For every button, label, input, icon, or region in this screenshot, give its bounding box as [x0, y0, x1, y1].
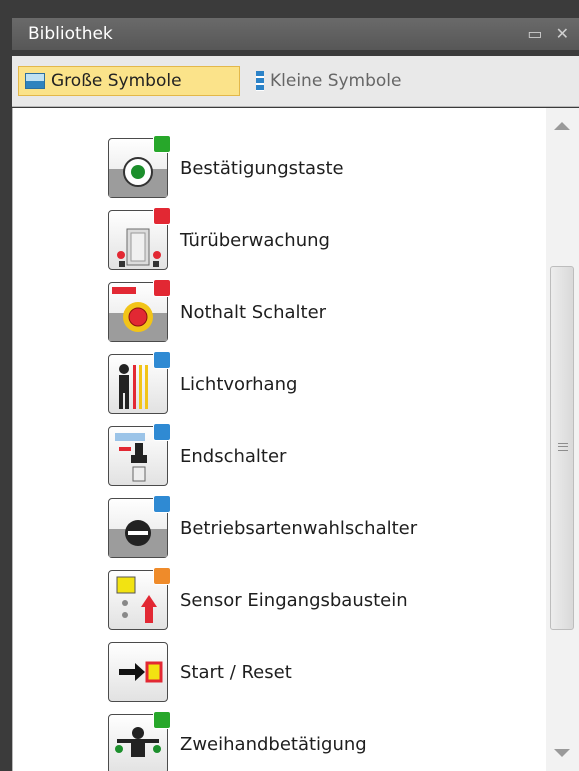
small-icons-button[interactable]: Kleine Symbole: [250, 66, 460, 96]
start-reset-icon: [108, 642, 168, 702]
panel-titlebar: Bibliothek ▭ ✕: [12, 18, 579, 50]
restore-icon[interactable]: ▭: [527, 24, 542, 43]
vertical-scrollbar[interactable]: [546, 108, 579, 771]
panel-title: Bibliothek: [28, 24, 113, 44]
mode-selector-icon: [108, 495, 171, 558]
close-icon[interactable]: ✕: [556, 24, 569, 43]
item-label: Bestätigungstaste: [180, 158, 344, 179]
large-icons-icon: [25, 73, 45, 89]
list-item[interactable]: Sensor Eingangsbaustein: [108, 567, 508, 634]
status-badge: [153, 567, 171, 585]
list-item[interactable]: Betriebsartenwahlschalter: [108, 495, 508, 562]
item-label: Endschalter: [180, 446, 287, 467]
item-label: Betriebsartenwahlschalter: [180, 518, 418, 539]
scroll-down-icon[interactable]: [554, 749, 570, 757]
status-badge: [153, 711, 171, 729]
status-badge: [153, 423, 171, 441]
item-label: Zweihandbetätigung: [180, 734, 367, 755]
status-badge: [153, 351, 171, 369]
library-panel: Bibliothek ▭ ✕ Große Symbole Kleine Symb…: [0, 0, 579, 771]
item-label: Nothalt Schalter: [180, 302, 327, 323]
large-icons-button[interactable]: Große Symbole: [18, 66, 240, 96]
small-icons-icon: [256, 71, 264, 91]
door-monitor-icon: [108, 207, 171, 270]
status-badge: [153, 207, 171, 225]
item-label: Türüberwachung: [180, 230, 330, 251]
list-item[interactable]: Nothalt Schalter: [108, 279, 508, 346]
status-badge: [153, 135, 171, 153]
small-icons-label: Kleine Symbole: [270, 71, 402, 91]
light-curtain-icon: [108, 351, 171, 414]
symbol-list: Bestätigungstaste Türüberwachung Nothalt…: [12, 108, 579, 771]
confirm-button-icon: [108, 135, 171, 198]
limit-switch-icon: [108, 423, 171, 486]
item-label: Start / Reset: [180, 662, 292, 683]
status-badge: [153, 279, 171, 297]
scroll-up-icon[interactable]: [554, 122, 570, 130]
scrollbar-thumb[interactable]: [550, 266, 574, 630]
two-hand-icon: [108, 711, 171, 771]
status-badge: [153, 495, 171, 513]
list-item[interactable]: Endschalter: [108, 423, 508, 490]
list-item[interactable]: Zweihandbetätigung: [108, 711, 508, 771]
list-item[interactable]: Türüberwachung: [108, 207, 508, 274]
large-icons-label: Große Symbole: [51, 71, 182, 91]
list-item[interactable]: Lichtvorhang: [108, 351, 508, 418]
view-toolbar: Große Symbole Kleine Symbole: [12, 56, 579, 107]
grip-icon: [558, 443, 568, 451]
list-item[interactable]: Start / Reset: [108, 642, 508, 706]
item-label: Lichtvorhang: [180, 374, 298, 395]
emergency-stop-icon: [108, 279, 171, 342]
sensor-input-icon: [108, 567, 171, 630]
list-item[interactable]: Bestätigungstaste: [108, 135, 508, 202]
item-label: Sensor Eingangsbaustein: [180, 590, 408, 611]
